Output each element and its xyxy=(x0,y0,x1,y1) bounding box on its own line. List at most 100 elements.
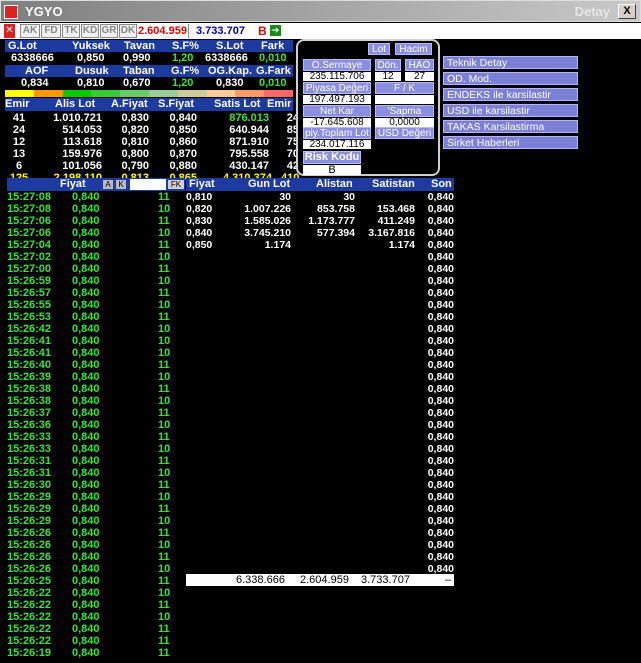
trade-time: 15:26:57 xyxy=(7,287,52,299)
toolbar-button-gr[interactable]: GR xyxy=(100,24,118,38)
son-value: 0,840 xyxy=(427,407,454,419)
menu-item-endeks-ile-karsilastir[interactable]: ENDEKS ile karsilastir xyxy=(443,88,578,101)
trade-lot: 10 xyxy=(158,491,171,503)
trade-lot: 11 xyxy=(158,263,170,275)
lot-button[interactable]: Lot xyxy=(368,43,390,55)
trades-sort-k-button[interactable]: K xyxy=(116,180,126,189)
trade-lot: 10 xyxy=(158,227,171,239)
son-value: 0,840 xyxy=(427,455,454,467)
color-bar-segment xyxy=(120,90,149,97)
trade-price: 0,840 xyxy=(72,251,100,263)
toolbar-button-ak[interactable]: AK xyxy=(20,24,40,38)
summary-values-row-2: 0,834 0,810 0,670 1,20 0,830 0,010 xyxy=(5,77,293,89)
son-value: 0,840 xyxy=(427,335,454,347)
trade-time: 15:26:33 xyxy=(7,443,52,455)
summary-header-slot: S.Lot xyxy=(216,40,244,52)
depth-alis-lot: 159.976 xyxy=(62,148,102,160)
depth-satis-lot: 871.910 xyxy=(229,136,269,148)
trades-fk-button[interactable]: FK xyxy=(168,180,184,189)
trade-time: 15:26:31 xyxy=(7,467,52,479)
detay-label[interactable]: Detay xyxy=(575,4,610,19)
trade-time: 15:26:31 xyxy=(7,455,52,467)
trade-lot: 11 xyxy=(158,479,170,491)
o-sermaye-value: 235.115.706 xyxy=(303,72,371,81)
depth-satis-lot: 795.558 xyxy=(229,148,269,160)
trade-price: 0,840 xyxy=(72,623,100,635)
trade-time: 15:26:42 xyxy=(7,323,52,335)
color-bar-segment xyxy=(148,90,178,97)
color-bar-segment xyxy=(33,90,63,97)
summary-value-fark: 0,010 xyxy=(259,52,287,64)
usd-degeri-button[interactable]: USD Değeri xyxy=(375,127,434,139)
trade-time: 15:26:40 xyxy=(7,359,52,371)
ob-gun-lot: 1.007.226 xyxy=(244,203,291,215)
close-small-icon[interactable]: ✕ xyxy=(4,24,15,38)
sapma-label: 'Sapma xyxy=(375,105,434,117)
son-value: 0,840 xyxy=(427,191,454,203)
son-value: 0,840 xyxy=(427,395,454,407)
close-button[interactable]: X xyxy=(618,4,636,19)
trade-time: 15:26:30 xyxy=(7,479,52,491)
trade-price: 0,840 xyxy=(72,371,100,383)
depth-satis-lot: 640.944 xyxy=(229,124,269,136)
depth-header-afiyat: A.Fiyat xyxy=(111,98,148,110)
trade-price: 0,840 xyxy=(72,395,100,407)
trade-time: 15:27:00 xyxy=(7,263,52,275)
depth-header-emir-right: Emir xyxy=(267,98,292,110)
ob-gun-lot: 1.174 xyxy=(264,239,291,251)
depth-s-fiyat: 0,850 xyxy=(169,124,197,136)
son-value: 0,840 xyxy=(427,359,454,371)
depth-a-fiyat: 0,790 xyxy=(121,160,149,172)
summary-header-aof: AOF xyxy=(25,65,49,77)
trade-time: 15:26:22 xyxy=(7,611,52,623)
trade-lot: 11 xyxy=(158,527,170,539)
trade-lot: 11 xyxy=(158,503,170,515)
toolbar-button-dk[interactable]: DK xyxy=(119,24,137,38)
summary-value-dusuk: 0,810 xyxy=(77,77,105,89)
trade-price: 0,840 xyxy=(72,335,100,347)
trade-time: 15:27:04 xyxy=(7,239,52,251)
trade-lot: 11 xyxy=(158,311,170,323)
son-value: 0,840 xyxy=(427,467,454,479)
trade-price: 0,840 xyxy=(72,599,100,611)
menu-item-teknik-detay[interactable]: Teknik Detay xyxy=(443,56,578,69)
trade-lot: 11 xyxy=(158,575,170,587)
trade-price: 0,840 xyxy=(72,383,100,395)
trade-time: 15:26:36 xyxy=(7,419,52,431)
trade-lot: 10 xyxy=(158,611,171,623)
hacim-button[interactable]: Hacim xyxy=(395,43,432,55)
trade-price: 0,840 xyxy=(72,323,100,335)
trades-sort-a-button[interactable]: A xyxy=(103,180,113,189)
risk-kodu-value: B xyxy=(303,165,361,175)
o-sermaye-label: O.Sermaye xyxy=(303,59,371,71)
trade-lot: 11 xyxy=(158,647,170,659)
color-bar-segment xyxy=(177,90,207,97)
trades-filter-input[interactable] xyxy=(130,179,166,190)
trade-price: 0,840 xyxy=(72,263,100,275)
orderbook-header-gun-lot: Gun Lot xyxy=(248,178,291,190)
menu-item-od-mod-[interactable]: OD. Mod. xyxy=(443,72,578,85)
trade-price: 0,840 xyxy=(72,419,100,431)
toolbar-button-kd[interactable]: KD xyxy=(81,24,99,38)
trade-price: 0,840 xyxy=(72,347,100,359)
trade-lot: 10 xyxy=(158,587,171,599)
menu-item-takas-karsilastirma[interactable]: TAKAS Karsilastirma xyxy=(443,120,578,133)
son-value: 0,840 xyxy=(427,371,454,383)
piy-toplam-lot-value: 234.017.116 xyxy=(303,140,371,149)
depth-alis-lot: 1.010.721 xyxy=(53,112,102,124)
toolbar-button-fd[interactable]: FD xyxy=(41,24,61,38)
trade-price: 0,840 xyxy=(72,539,100,551)
ob-price: 0,850 xyxy=(186,239,213,251)
depth-alis-lot: 113.618 xyxy=(62,136,102,148)
menu-item-usd-ile-karsilastir[interactable]: USD ile karsilastir xyxy=(443,104,578,117)
summary-value-ogkap: 0,830 xyxy=(216,77,244,89)
arrow-right-icon[interactable]: ➔ xyxy=(270,25,281,36)
toolbar-button-tk[interactable]: TK xyxy=(62,24,80,38)
depth-s-fiyat: 0,880 xyxy=(169,160,197,172)
menu-item-sirket-haberleri[interactable]: Sirket Haberleri xyxy=(443,136,578,149)
trade-price: 0,840 xyxy=(72,527,100,539)
trade-lot: 11 xyxy=(158,599,170,611)
ob-gun-lot: 1.585.026 xyxy=(244,215,291,227)
trade-lot: 10 xyxy=(158,251,171,263)
ob-gun-lot: 30 xyxy=(279,191,291,203)
